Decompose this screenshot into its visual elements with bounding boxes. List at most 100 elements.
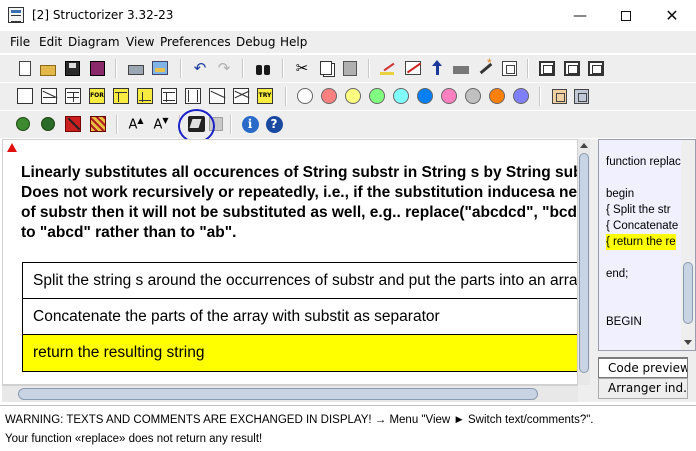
move-up-button[interactable] [427, 58, 447, 78]
move-down-button[interactable] [451, 58, 471, 78]
color-swatch-button[interactable] [463, 86, 483, 106]
menu-preferences[interactable]: Preferences [160, 35, 231, 49]
diagram-header-comment[interactable]: Linearly substitutes all occurences of S… [21, 163, 578, 243]
scroll-down-icon[interactable] [684, 340, 692, 345]
copy-button[interactable] [316, 58, 336, 78]
code-preview-scrollbar[interactable] [681, 140, 695, 350]
comment-line: of substr then it will not be substitute… [21, 204, 578, 221]
add-for-loop-button[interactable]: FOR [87, 86, 107, 106]
menu-debug[interactable]: Debug [236, 35, 275, 49]
for-loop-element-icon: FOR [89, 88, 105, 104]
menu-help[interactable]: Help [280, 35, 307, 49]
redo-button[interactable]: ↷ [214, 58, 234, 78]
color-swatch-button[interactable] [487, 86, 507, 106]
edit-element-button[interactable] [378, 58, 398, 78]
minimize-button[interactable]: — [557, 0, 603, 31]
color-swatch-button[interactable] [367, 86, 387, 106]
find-icon [255, 64, 271, 75]
scroll-thumb[interactable] [683, 262, 693, 324]
color-dot-icon [369, 88, 385, 104]
collapse-button[interactable] [537, 58, 557, 78]
outsource-button[interactable] [499, 58, 519, 78]
color-swatch-button[interactable] [295, 86, 315, 106]
color-swatch-button[interactable] [391, 86, 411, 106]
color-swatch-button[interactable] [415, 86, 435, 106]
transmute-button[interactable] [475, 56, 495, 78]
find-button[interactable] [253, 58, 273, 78]
export-image-button[interactable] [150, 58, 170, 78]
toggle-box-button[interactable] [586, 58, 606, 78]
run-debug-button[interactable] [38, 114, 58, 134]
color-swatch-button[interactable] [343, 86, 363, 106]
structorizer-app-icon [8, 7, 24, 23]
instruction-element-selected[interactable]: return the resulting string [23, 335, 577, 371]
font-larger-button[interactable]: A▲ [126, 114, 146, 134]
arranger-button[interactable] [571, 86, 591, 106]
color-swatch-button[interactable] [319, 86, 339, 106]
add-call-button[interactable] [183, 86, 203, 106]
scroll-thumb[interactable] [579, 153, 589, 373]
diagram-vertical-scrollbar[interactable] [578, 139, 590, 385]
window-title: [2] Structorizer 3.32-23 [32, 8, 174, 22]
annotation-circle [178, 109, 215, 143]
menu-view[interactable]: View [126, 35, 154, 49]
undo-button[interactable]: ↶ [190, 58, 210, 78]
scroll-thumb[interactable] [18, 388, 538, 400]
tab-code-preview[interactable]: Code preview [598, 357, 688, 378]
minimize-icon: — [573, 7, 587, 24]
menu-file[interactable]: File [10, 35, 30, 49]
repeat-loop-element-icon [137, 88, 153, 104]
toolbar-separator [527, 59, 529, 78]
color-swatch-button[interactable] [439, 86, 459, 106]
code-preview-text[interactable]: function replace(begin { Split the str {… [599, 140, 681, 350]
breakpoint-button[interactable] [88, 114, 108, 134]
toolbar-separator [282, 59, 284, 78]
save-all-button[interactable] [87, 58, 107, 78]
tab-arranger-index[interactable]: Arranger ind... [598, 378, 688, 399]
paste-button[interactable] [340, 58, 360, 78]
about-button[interactable]: i [240, 114, 260, 134]
add-jump-button[interactable] [207, 86, 227, 106]
toggle-box-icon [588, 60, 604, 76]
diagram-canvas[interactable]: Linearly substitutes all occurences of S… [2, 139, 578, 385]
edit-element-icon [380, 61, 396, 75]
add-parallel-button[interactable] [231, 86, 251, 106]
close-button[interactable]: ✕ [649, 0, 695, 31]
add-alternative-button[interactable] [39, 86, 59, 106]
print-button[interactable] [126, 58, 146, 78]
add-case-button[interactable] [63, 86, 83, 106]
add-forever-loop-button[interactable] [159, 86, 179, 106]
split-pane-divider[interactable] [590, 139, 598, 402]
scroll-corner [578, 385, 590, 402]
save-button[interactable] [62, 58, 82, 78]
export-image-icon [152, 61, 168, 75]
new-diagram-icon [19, 60, 31, 76]
cut-button[interactable]: ✂ [292, 58, 312, 78]
stop-debug-button[interactable] [63, 114, 83, 134]
analyser-button[interactable] [549, 86, 569, 106]
add-while-loop-button[interactable] [111, 86, 131, 106]
add-repeat-loop-button[interactable] [135, 86, 155, 106]
add-try-button[interactable]: TRY [255, 86, 275, 106]
scroll-up-icon[interactable] [580, 143, 588, 148]
menu-diagram[interactable]: Diagram [68, 35, 120, 49]
instruction-element[interactable]: Split the string s around the occurrence… [23, 263, 577, 299]
new-diagram-button[interactable] [15, 58, 35, 78]
color-swatch-button[interactable] [511, 86, 531, 106]
help-button[interactable]: ? [264, 114, 284, 134]
delete-element-button[interactable] [403, 58, 423, 78]
menu-edit[interactable]: Edit [39, 35, 62, 49]
copy-icon [320, 61, 332, 75]
instruction-element[interactable]: Concatenate the parts of the array with … [23, 299, 577, 335]
diagram-horizontal-scrollbar[interactable] [2, 385, 578, 402]
debug-button[interactable] [13, 114, 33, 134]
collapse-icon [539, 60, 555, 76]
add-instruction-button[interactable] [15, 86, 35, 106]
expand-button[interactable] [562, 58, 582, 78]
maximize-button[interactable] [603, 0, 649, 31]
comment-line: Does not work recursively or repeatedly,… [21, 184, 578, 201]
save-all-icon [89, 60, 105, 76]
open-button[interactable] [38, 58, 58, 78]
color-dot-icon [345, 88, 361, 104]
font-smaller-button[interactable]: A▼ [151, 114, 171, 134]
